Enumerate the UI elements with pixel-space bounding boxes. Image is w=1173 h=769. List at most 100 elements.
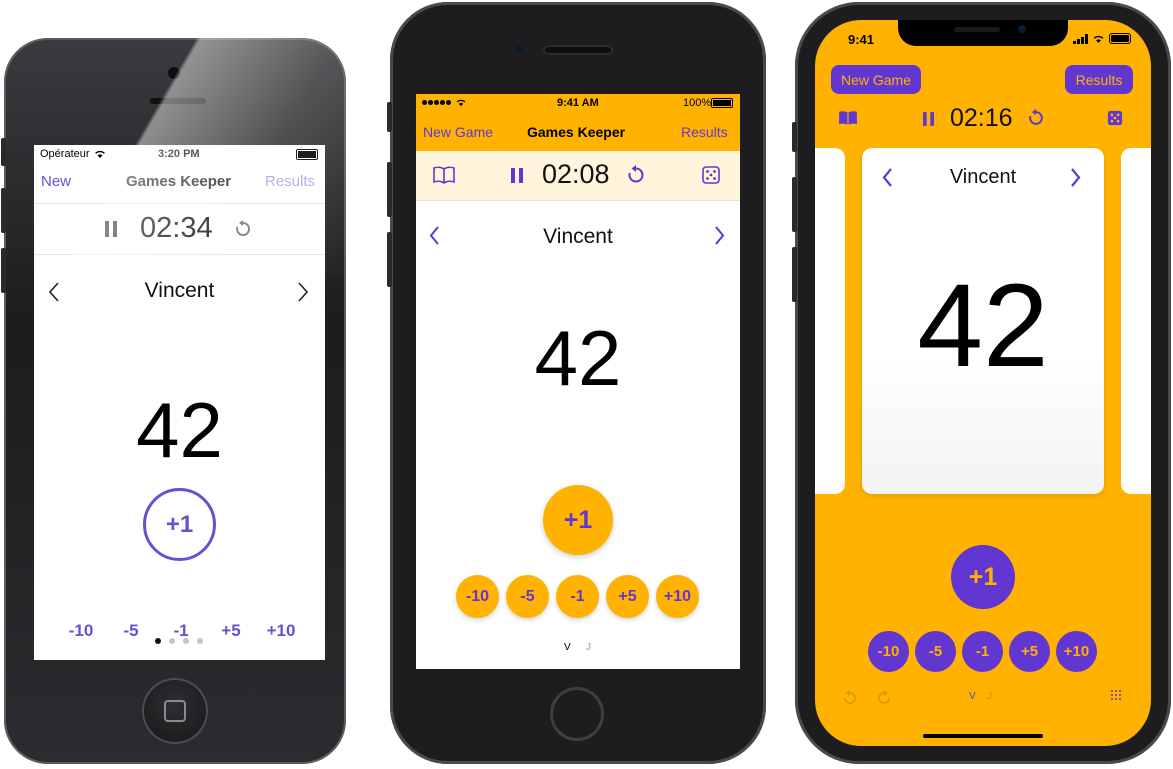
results-button[interactable]: Results	[1065, 65, 1133, 94]
minus-one-button[interactable]: -1	[962, 631, 1003, 672]
battery-percent: 100%	[683, 97, 712, 109]
home-button[interactable]	[142, 678, 208, 744]
phone-iphone5: Opérateur 3:20 PM New Games Keeper Resul…	[1, 38, 346, 764]
notch	[898, 20, 1068, 46]
new-game-button[interactable]: New Game	[423, 124, 493, 140]
dice-icon[interactable]	[1107, 110, 1123, 126]
volume-down-button	[1, 248, 6, 293]
timer-display: 02:08	[542, 159, 610, 189]
next-player-icon[interactable]	[714, 226, 725, 245]
status-bar: Opérateur 3:20 PM	[34, 145, 325, 163]
status-time: 9:41	[848, 32, 875, 47]
volume-up-button	[1, 188, 6, 233]
player-name: Vincent	[543, 225, 613, 248]
signal-dots	[422, 98, 467, 107]
pause-icon[interactable]	[923, 112, 934, 126]
earpiece-speaker	[150, 98, 206, 104]
pause-icon[interactable]	[105, 221, 117, 237]
plus-ten-button[interactable]: +10	[256, 621, 306, 641]
score-display: 42	[136, 386, 223, 474]
nav-bar: New Games Keeper Results	[34, 163, 325, 204]
minus-five-button[interactable]: -5	[915, 631, 956, 672]
phone-iphone8: 9:41 AM 100% New Game Games Keeper Resul…	[387, 2, 766, 764]
next-player-icon[interactable]	[1070, 168, 1081, 187]
home-indicator[interactable]	[923, 734, 1043, 738]
rules-book-icon[interactable]	[838, 110, 858, 126]
volume-down-button	[387, 232, 392, 287]
minus-ten-button[interactable]: -10	[56, 621, 106, 641]
timer-bar: 02:34	[34, 204, 325, 255]
mute-switch	[387, 102, 392, 132]
page-dot	[197, 638, 203, 644]
timer-display: 02:34	[140, 212, 213, 244]
minus-ten-button[interactable]: -10	[456, 575, 499, 618]
player-card: Vincent 42	[862, 148, 1104, 494]
home-button[interactable]	[550, 687, 604, 741]
mute-switch	[792, 122, 797, 152]
volume-up-button	[792, 177, 797, 232]
new-button[interactable]: New	[41, 173, 71, 190]
player-initial[interactable]: J	[586, 642, 591, 653]
phone2-screen: 9:41 AM 100% New Game Games Keeper Resul…	[416, 94, 740, 669]
page-indicator[interactable]	[155, 638, 203, 644]
battery-icon	[711, 98, 733, 108]
reset-timer-icon[interactable]	[626, 165, 646, 185]
carrier-name: Opérateur	[40, 148, 90, 160]
results-button[interactable]: Results	[681, 124, 728, 140]
undo-icon[interactable]	[842, 690, 858, 706]
page-dot	[183, 638, 189, 644]
phone-iphonex: 9:41 New Game Results 02:16 Vincent 42 +…	[792, 2, 1171, 764]
plus-five-button[interactable]: +5	[1009, 631, 1050, 672]
previous-player-card[interactable]	[815, 148, 845, 494]
home-square-icon	[164, 700, 186, 722]
minus-five-button[interactable]: -5	[106, 621, 156, 641]
player-initial-active[interactable]: V	[969, 691, 976, 702]
phone3-screen: 9:41 New Game Results 02:16 Vincent 42 +…	[815, 20, 1151, 746]
page-dot-active	[155, 638, 161, 644]
timer-bar: 02:08	[416, 151, 740, 201]
timer-display: 02:16	[950, 104, 1013, 132]
next-player-card[interactable]	[1121, 148, 1151, 494]
earpiece-speaker	[545, 47, 611, 53]
battery-icon	[296, 149, 318, 160]
plus-one-button[interactable]: +1	[143, 488, 216, 561]
wifi-icon	[455, 98, 467, 107]
results-button[interactable]: Results	[265, 173, 315, 190]
volume-up-button	[387, 162, 392, 217]
reset-timer-icon[interactable]	[234, 220, 252, 238]
player-name: Vincent	[949, 166, 1017, 188]
minus-five-button[interactable]: -5	[506, 575, 549, 618]
page-dot	[169, 638, 175, 644]
player-initial-active[interactable]: V	[564, 642, 571, 653]
minus-ten-button[interactable]: -10	[868, 631, 909, 672]
next-player-icon[interactable]	[297, 282, 309, 302]
score-display: 42	[917, 260, 1049, 392]
front-camera	[168, 67, 180, 79]
rules-book-icon[interactable]	[433, 166, 455, 184]
plus-one-button[interactable]: +1	[951, 545, 1015, 609]
player-initial[interactable]: J	[987, 691, 992, 702]
reset-timer-icon[interactable]	[1027, 109, 1045, 127]
header: 9:41 AM 100% New Game Games Keeper Resul…	[416, 94, 740, 151]
status-icons	[1073, 33, 1131, 44]
status-time: 3:20 PM	[158, 148, 200, 160]
plus-one-button[interactable]: +1	[543, 485, 613, 555]
pause-icon[interactable]	[511, 168, 523, 183]
wifi-icon	[94, 149, 106, 159]
battery-icon	[1109, 33, 1131, 44]
plus-five-button[interactable]: +5	[606, 575, 649, 618]
nav-title: Games Keeper	[126, 173, 232, 190]
volume-down-button	[792, 247, 797, 302]
grid-view-icon[interactable]	[1110, 689, 1122, 703]
new-game-button[interactable]: New Game	[831, 65, 921, 94]
status-time: 9:41 AM	[557, 97, 599, 109]
plus-ten-button[interactable]: +10	[656, 575, 699, 618]
increment-row: -10 -5 -1 +5 +10	[456, 575, 699, 618]
mute-switch	[1, 138, 6, 166]
minus-one-button[interactable]: -1	[556, 575, 599, 618]
dice-icon[interactable]	[702, 166, 720, 184]
plus-ten-button[interactable]: +10	[1056, 631, 1097, 672]
plus-five-button[interactable]: +5	[206, 621, 256, 641]
redo-icon[interactable]	[876, 690, 892, 706]
nav-title: Games Keeper	[527, 124, 626, 140]
